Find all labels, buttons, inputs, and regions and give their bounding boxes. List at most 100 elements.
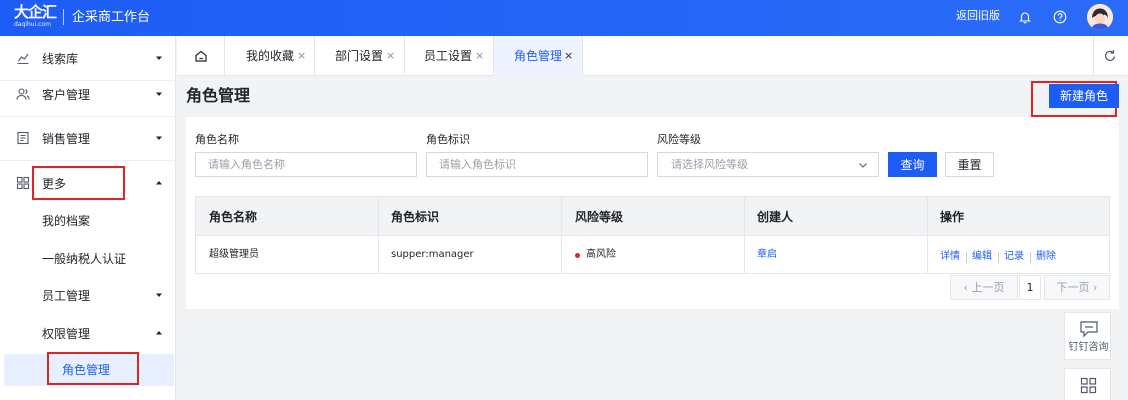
column-divider — [744, 197, 745, 237]
tab-bar-divider — [1093, 36, 1094, 76]
tab-label: 员工设置 — [424, 49, 473, 63]
query-button[interactable]: 查询 — [888, 152, 937, 177]
action-divider — [1030, 252, 1031, 263]
caret-down-icon — [156, 293, 162, 297]
column-header-role-identifier: 角色标识 — [391, 210, 440, 224]
users-icon — [16, 88, 30, 100]
tab-department-settings[interactable]: 部门设置 × — [315, 36, 405, 76]
tab-close-icon[interactable]: × — [386, 49, 395, 63]
tab-favorites[interactable]: 我的收藏 × — [226, 36, 315, 76]
risk-level-label: 风险等级 — [657, 133, 701, 146]
table-row: 超级管理员 supper:manager 高风险 章启 详情 编辑 记录 删除 — [195, 236, 1110, 274]
role-identifier-input[interactable] — [426, 152, 648, 177]
tab-label: 角色管理 — [514, 49, 563, 63]
grid-icon — [16, 176, 30, 190]
next-page-label: 下一页 — [1056, 281, 1090, 294]
table-header: 角色名称 角色标识 风险等级 创建人 操作 — [195, 196, 1110, 237]
caret-down-icon — [156, 136, 162, 140]
sidebar-subitem-label: 员工管理 — [42, 288, 91, 303]
role-name-label: 角色名称 — [195, 133, 239, 146]
highlight-box-role-management — [47, 352, 139, 385]
tab-close-icon[interactable]: × — [475, 49, 484, 63]
role-name-input[interactable] — [195, 152, 417, 177]
delete-link[interactable]: 删除 — [1036, 238, 1056, 276]
brand-logo[interactable]: 大企汇 daqihui.com — [14, 3, 64, 31]
app-title: 企采商工作台 — [72, 10, 151, 25]
chevron-down-icon — [859, 163, 867, 168]
caret-down-icon — [156, 56, 162, 60]
new-role-button[interactable]: 新建角色 — [1049, 84, 1119, 108]
action-divider — [998, 252, 999, 263]
qr-code-icon — [1080, 377, 1097, 394]
cell-role-name: 超级管理员 — [209, 249, 259, 260]
sidebar-item-customers[interactable]: 客户管理 — [0, 72, 176, 116]
edit-link[interactable]: 编辑 — [972, 238, 992, 276]
highlight-box-more — [32, 166, 125, 200]
column-divider — [378, 236, 379, 274]
sidebar-subitem-permission-management[interactable]: 权限管理 — [0, 314, 176, 352]
sidebar-item-sales[interactable]: 销售管理 — [0, 116, 176, 160]
top-header-bar: 大企汇 daqihui.com 企采商工作台 返回旧版 — [0, 0, 1128, 36]
cell-risk-level: 高风险 — [586, 249, 616, 260]
caret-up-icon — [156, 331, 162, 335]
tab-role-management[interactable]: 角色管理 × — [494, 36, 583, 76]
chevron-right-icon: › — [1093, 281, 1098, 294]
tab-label: 部门设置 — [335, 49, 384, 63]
next-page-button[interactable]: 下一页 › — [1044, 275, 1110, 300]
sidebar-subitem-label: 我的档案 — [42, 213, 91, 228]
sidebar-subitem-taxpayer-certification[interactable]: 一般纳税人认证 — [0, 239, 176, 277]
current-page-number[interactable]: 1 — [1019, 275, 1041, 300]
record-link[interactable]: 记录 — [1004, 238, 1024, 276]
action-divider — [966, 252, 967, 263]
bell-icon[interactable] — [1017, 9, 1033, 25]
caret-down-icon — [156, 92, 162, 96]
tab-close-icon[interactable]: × — [564, 49, 573, 63]
chat-bubble-icon — [1080, 321, 1098, 338]
tab-staff-settings[interactable]: 员工设置 × — [405, 36, 494, 76]
header-divider — [63, 9, 64, 25]
column-divider — [561, 236, 562, 274]
column-header-actions: 操作 — [940, 210, 965, 224]
risk-status-dot — [575, 253, 580, 258]
reset-button[interactable]: 重置 — [945, 152, 994, 177]
cell-creator-link[interactable]: 章启 — [757, 236, 777, 274]
tab-label: 我的收藏 — [246, 49, 295, 63]
column-header-role-name: 角色名称 — [209, 210, 258, 224]
sidebar-item-label: 销售管理 — [42, 131, 91, 146]
caret-up-icon — [156, 181, 162, 185]
tab-bar: 我的收藏 × 部门设置 × 员工设置 × 角色管理 × — [177, 36, 1128, 76]
home-icon — [194, 50, 207, 62]
consult-label: 钉钉咨询 — [1068, 342, 1109, 353]
detail-link[interactable]: 详情 — [940, 238, 960, 276]
column-divider — [927, 236, 928, 274]
tab-home[interactable] — [177, 36, 225, 76]
sidebar-item-label: 客户管理 — [42, 87, 91, 102]
back-to-old-version-link[interactable]: 返回旧版 — [956, 9, 1000, 23]
column-divider — [744, 236, 745, 274]
tab-close-icon[interactable]: × — [297, 49, 306, 63]
risk-level-placeholder: 请选择风险等级 — [671, 158, 748, 171]
risk-level-select[interactable]: 请选择风险等级 — [657, 152, 879, 177]
sidebar-subitem-label: 权限管理 — [42, 326, 91, 341]
sidebar: 线索库 客户管理 销售管理 更多 我的档案 一般纳税人认证 员工管理 权限管理 … — [0, 36, 176, 400]
help-icon[interactable] — [1052, 9, 1068, 25]
column-divider — [561, 197, 562, 237]
column-divider — [927, 197, 928, 237]
page-title: 角色管理 — [186, 86, 251, 105]
refresh-icon[interactable] — [1102, 48, 1118, 64]
sidebar-subitem-my-profile[interactable]: 我的档案 — [0, 201, 176, 239]
prev-page-button[interactable]: ‹ 上一页 — [950, 275, 1018, 300]
column-header-creator: 创建人 — [757, 210, 794, 224]
sidebar-subitem-staff-management[interactable]: 员工管理 — [0, 276, 176, 314]
user-avatar[interactable] — [1087, 4, 1113, 30]
document-icon — [17, 131, 29, 145]
column-header-risk-level: 风险等级 — [575, 210, 624, 224]
cell-role-identifier: supper:manager — [391, 249, 474, 260]
prev-page-label: 上一页 — [971, 281, 1005, 294]
role-identifier-label: 角色标识 — [426, 133, 470, 146]
chevron-left-icon: ‹ — [963, 281, 968, 294]
dingtalk-consult-widget[interactable]: 钉钉咨询 — [1064, 312, 1111, 360]
chart-icon — [17, 53, 29, 65]
logo-subtext: daqihui.com — [14, 21, 51, 28]
qr-code-widget[interactable] — [1064, 368, 1111, 400]
